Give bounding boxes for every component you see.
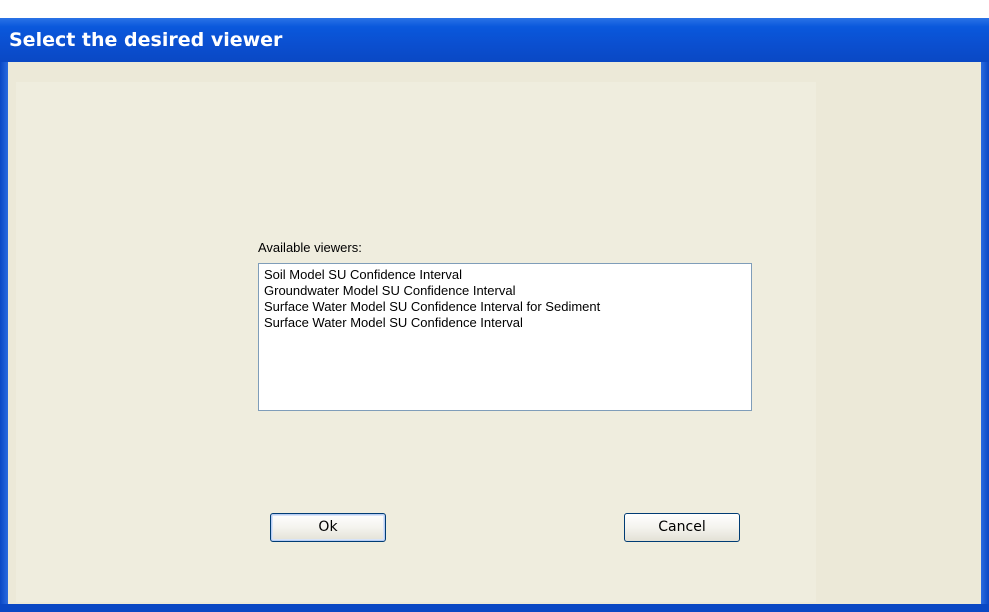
viewers-listbox[interactable]: Soil Model SU Confidence Interval Ground… — [258, 263, 752, 411]
screen-top-strip — [0, 0, 989, 18]
available-viewers-label: Available viewers: — [258, 240, 362, 255]
window-frame-bottom — [0, 604, 989, 612]
list-item[interactable]: Surface Water Model SU Confidence Interv… — [264, 299, 746, 315]
ok-button[interactable]: Ok — [270, 513, 386, 542]
list-item[interactable]: Soil Model SU Confidence Interval — [264, 267, 746, 283]
window-frame-right — [981, 62, 989, 612]
list-item[interactable]: Groundwater Model SU Confidence Interval — [264, 283, 746, 299]
title-bar[interactable]: Select the desired viewer — [0, 18, 989, 62]
window-title: Select the desired viewer — [9, 29, 283, 51]
list-item[interactable]: Surface Water Model SU Confidence Interv… — [264, 315, 746, 331]
window-frame-left — [0, 62, 8, 612]
cancel-button[interactable]: Cancel — [624, 513, 740, 542]
